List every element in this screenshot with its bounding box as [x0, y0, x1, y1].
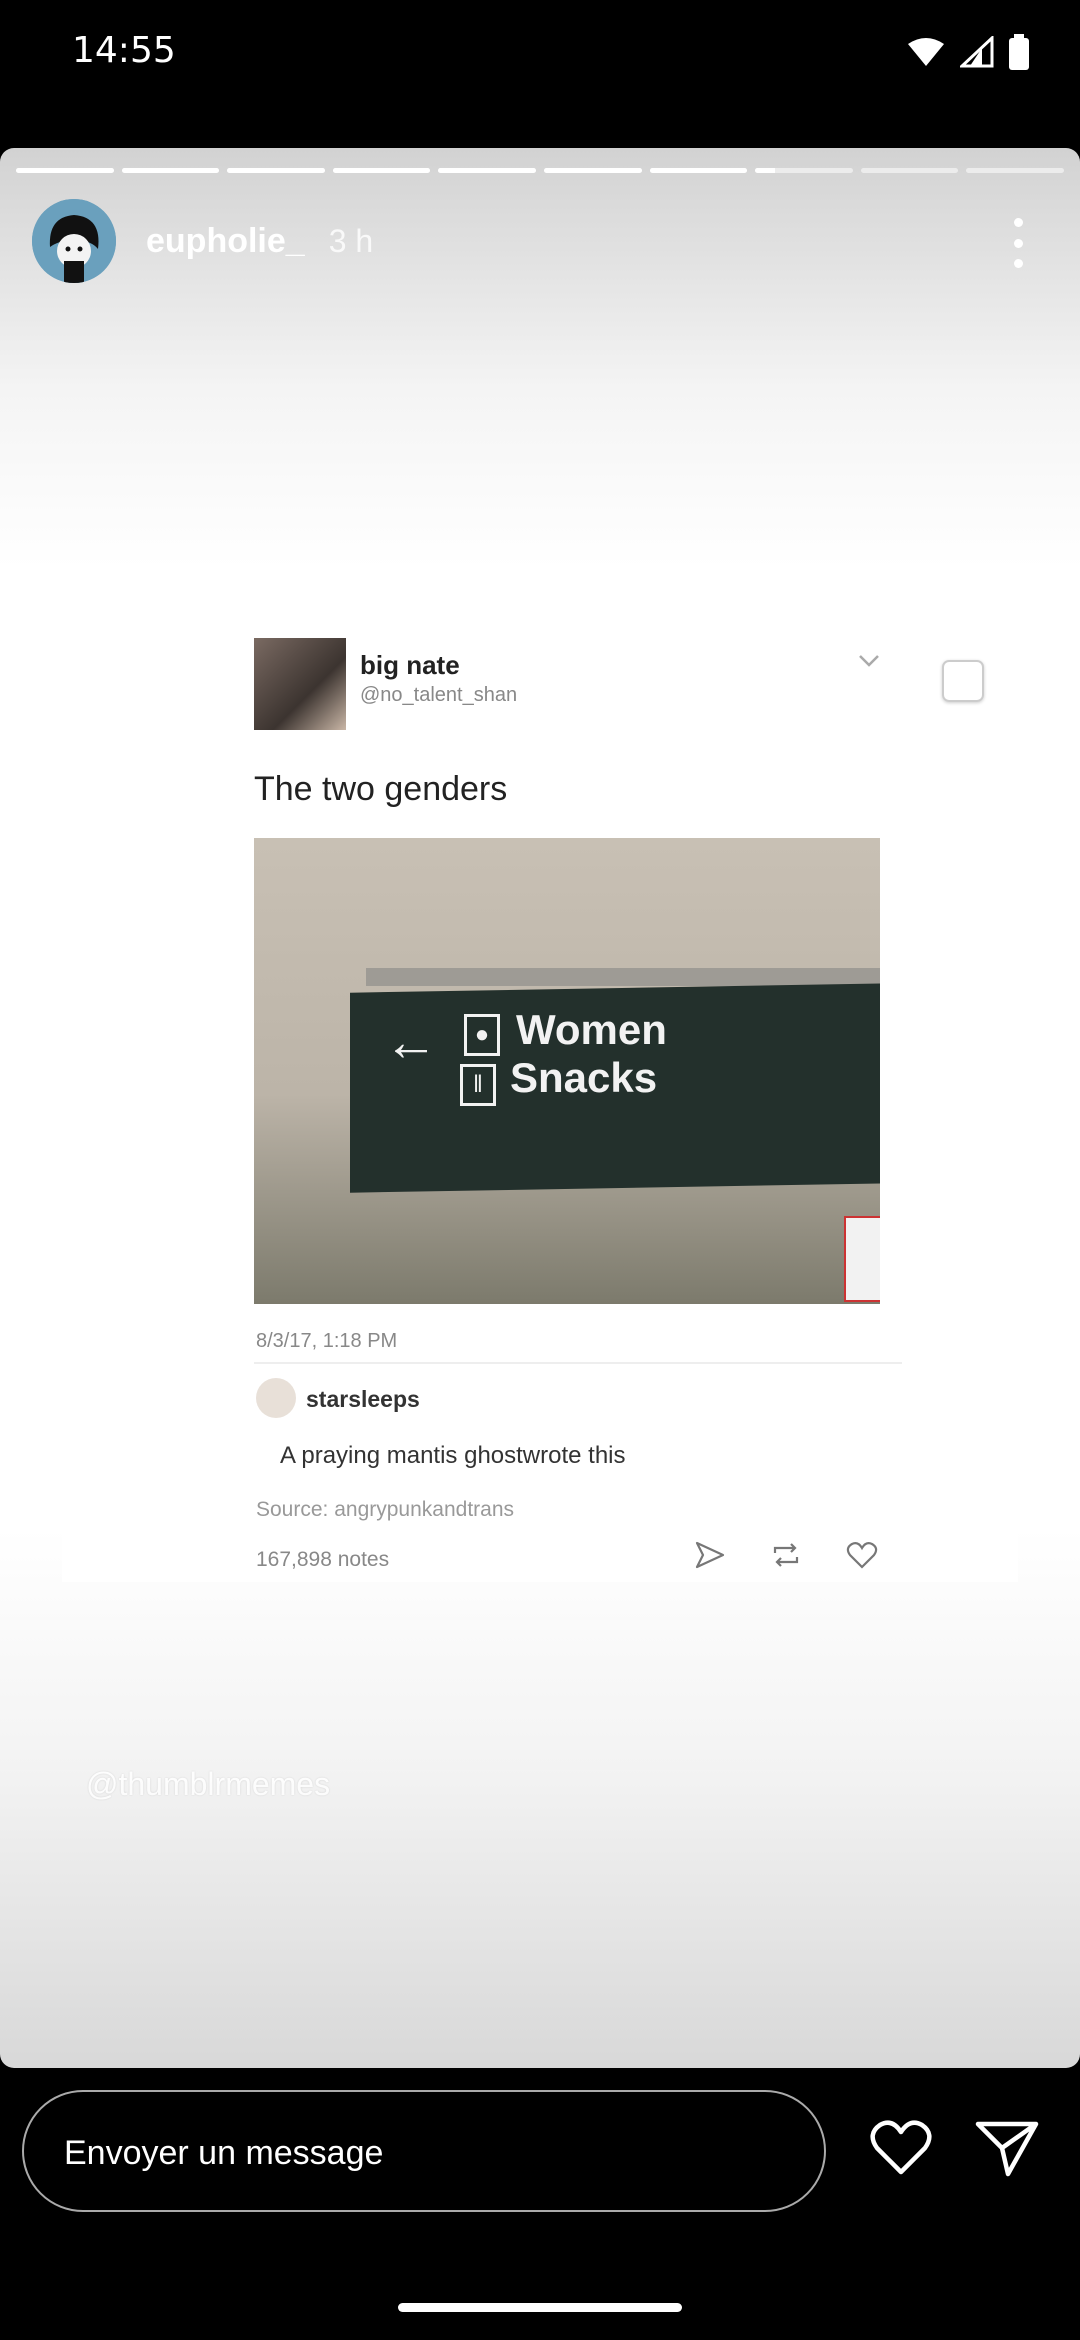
story-progress-segment — [543, 168, 642, 173]
story-progress-segment — [16, 168, 114, 173]
story-viewer[interactable]: eupholie_ 3 h big nate @no_talent_shan T… — [0, 148, 1080, 2068]
restroom-icon: ● — [464, 1014, 500, 1056]
signal-icon — [960, 36, 994, 68]
wifi-icon — [908, 38, 944, 66]
send-icon[interactable] — [974, 2118, 1040, 2178]
story-progress-segment — [966, 168, 1064, 173]
story-progress-segment — [649, 168, 748, 173]
post-author-handle: @no_talent_shan — [360, 684, 518, 706]
post-author-thumbnail — [254, 638, 346, 730]
status-icons — [906, 34, 1030, 70]
reblog-text: A praying mantis ghostwrote this — [280, 1442, 626, 1469]
like-icon — [846, 1542, 878, 1569]
reblog-icon — [773, 1543, 799, 1567]
clock: 14:55 — [72, 30, 176, 71]
story-header: eupholie_ 3 h — [32, 198, 1048, 284]
story-progress-segment — [438, 168, 536, 173]
message-placeholder: Envoyer un message — [64, 2134, 384, 2172]
story-progress-segment — [121, 168, 220, 173]
reblogger-avatar — [256, 1378, 296, 1418]
post-notes: 167,898 notes — [256, 1548, 390, 1571]
more-icon[interactable] — [998, 218, 1038, 268]
chevron-down-icon — [859, 655, 879, 667]
share-icon — [695, 1541, 725, 1569]
sign-text-snacks: Snacks — [510, 1054, 658, 1101]
post-caption: The two genders — [254, 770, 508, 808]
heart-icon[interactable] — [868, 2118, 934, 2178]
battery-icon — [1009, 34, 1029, 70]
post-source: Source: angrypunkandtrans — [256, 1498, 514, 1521]
story-time-ago: 3 h — [328, 222, 374, 259]
post-photo: ← ● ‖ Women Snacks — [254, 838, 880, 1304]
arrow-left-icon: ← — [384, 1012, 438, 1072]
message-input[interactable]: Envoyer un message — [22, 2090, 826, 2212]
post-date: 8/3/17, 1:18 PM — [256, 1330, 398, 1352]
divider — [254, 1362, 902, 1364]
story-progress-segment — [227, 168, 325, 173]
story-post-image: big nate @no_talent_shan The two genders… — [62, 630, 1018, 1582]
story-progress-segment — [755, 168, 853, 173]
story-progress-segment — [860, 168, 959, 173]
home-indicator[interactable] — [398, 2303, 682, 2312]
story-progress-segment — [332, 168, 431, 173]
post-checkbox — [942, 660, 984, 702]
sign-rail — [366, 968, 880, 986]
utensils-icon: ‖ — [460, 1064, 496, 1106]
avatar[interactable] — [32, 199, 116, 283]
status-bar: 14:55 — [0, 0, 1080, 120]
story-progress — [16, 168, 1064, 173]
post-author-name: big nate — [360, 650, 460, 680]
reblogger-name: starsleeps — [306, 1386, 420, 1412]
exit-sign — [844, 1216, 880, 1302]
watermark: @thumblrmemes — [86, 1766, 331, 1802]
story-username[interactable]: eupholie_ — [146, 222, 305, 261]
sign-text-women: Women — [516, 1006, 667, 1053]
